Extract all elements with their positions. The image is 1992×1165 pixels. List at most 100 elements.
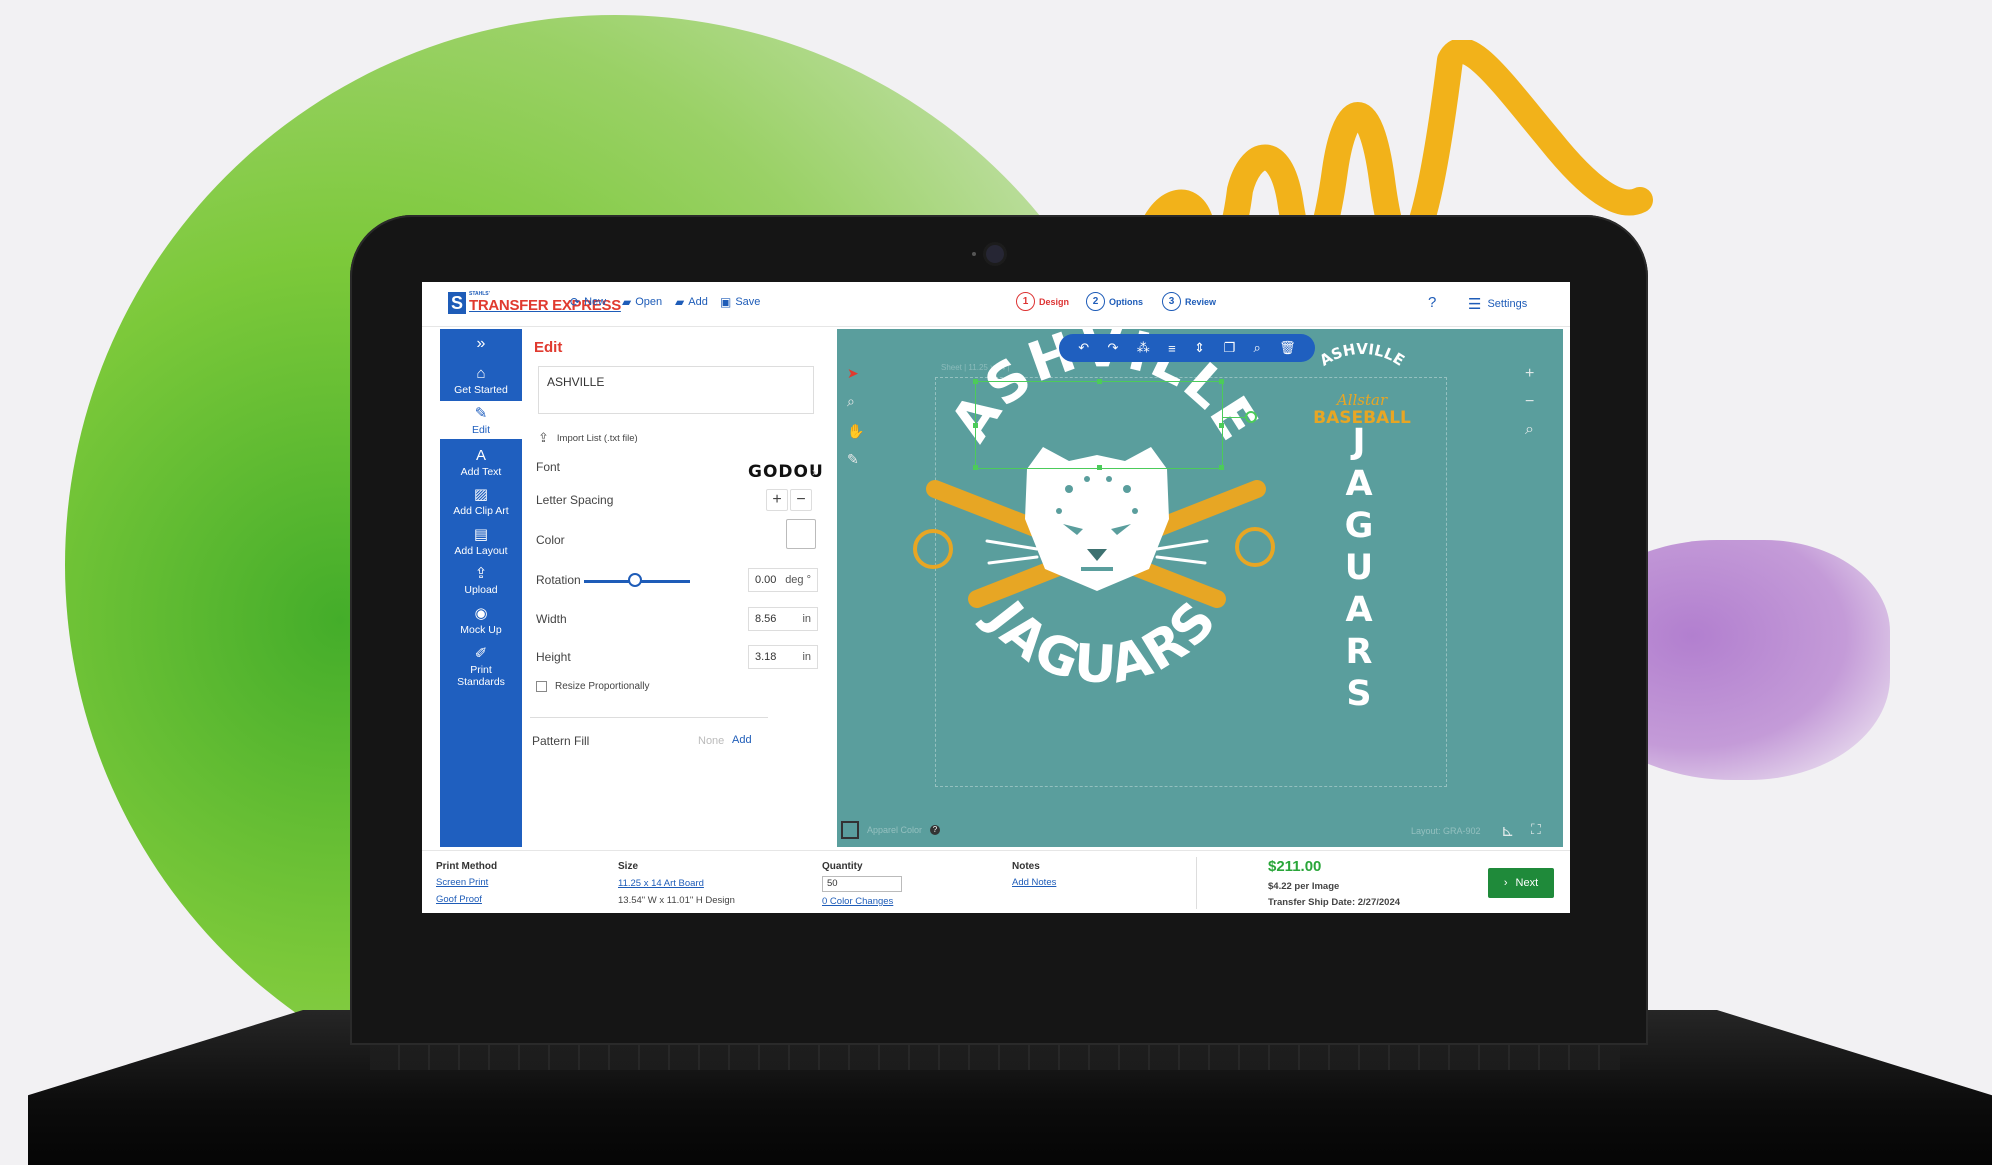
save-button[interactable]: ▣ Save: [720, 295, 760, 309]
measure-icon[interactable]: ✎: [847, 451, 859, 468]
step-label: Review: [1185, 296, 1217, 307]
side-vertical-text: JAGUARS: [1345, 422, 1374, 714]
width-input[interactable]: 8.56 in: [748, 607, 818, 631]
duplicate-icon[interactable]: ❐: [1223, 340, 1235, 356]
arrange-icon[interactable]: ⇕: [1194, 340, 1205, 356]
open-button[interactable]: ▰ Open: [622, 295, 662, 309]
height-input[interactable]: 3.18 in: [748, 645, 818, 669]
resize-handle[interactable]: [973, 465, 978, 470]
redo-icon[interactable]: ↷: [1107, 340, 1118, 356]
pointer-icon[interactable]: ➤: [847, 365, 859, 382]
collapse-chevrons-icon[interactable]: »: [440, 335, 522, 353]
new-button[interactable]: ⟳ New: [570, 295, 606, 309]
resize-handle[interactable]: [973, 379, 978, 384]
color-label: Color: [536, 533, 565, 547]
side-vertical-letter: J: [1350, 422, 1365, 462]
side-vertical-letter: G: [1345, 506, 1374, 546]
width-unit: in: [802, 613, 811, 625]
spacing-increase-button[interactable]: +: [766, 489, 788, 511]
apparel-color-control[interactable]: Apparel Color ?: [841, 821, 941, 839]
sidebar-item-get-started[interactable]: ⌂ Get Started: [440, 365, 522, 396]
align-center-icon[interactable]: ≡: [1168, 341, 1176, 356]
apparel-color-swatch[interactable]: [841, 821, 859, 839]
resize-handle[interactable]: [973, 423, 978, 428]
width-value: 8.56: [755, 613, 777, 625]
text-input[interactable]: ASHVILLE: [538, 366, 814, 414]
sidebar-item-add-layout[interactable]: ▤ Add Layout: [440, 526, 522, 557]
per-image-price: $4.22 per Image: [1268, 881, 1340, 892]
sidebar-item-print-standards[interactable]: ✐ Print Standards: [440, 645, 522, 688]
resize-handle[interactable]: [1097, 465, 1102, 470]
upload-icon: ⇪: [474, 565, 488, 582]
resize-handle[interactable]: [1097, 379, 1102, 384]
rotate-handle-line: [1223, 417, 1247, 418]
rotation-slider[interactable]: [584, 572, 690, 590]
resize-handle[interactable]: [1219, 465, 1224, 470]
trash-icon[interactable]: 🗑: [1279, 340, 1296, 356]
quantity-input[interactable]: 50: [822, 876, 902, 892]
ship-date: Transfer Ship Date: 2/27/2024: [1268, 897, 1401, 908]
sidebar-item-upload[interactable]: ⇪ Upload: [440, 565, 522, 596]
laptop-camera: [986, 245, 1004, 263]
sidebar-item-label: Upload: [464, 584, 498, 596]
sidebar-item-label: Mock Up: [460, 624, 502, 636]
zoom-tool-icon[interactable]: ⌕: [847, 393, 855, 410]
rotate-handle[interactable]: [1245, 411, 1257, 423]
step-options[interactable]: 2 Options: [1086, 292, 1143, 311]
step-number: 3: [1162, 292, 1181, 311]
panel-divider: [530, 717, 768, 718]
step-label: Options: [1109, 296, 1143, 307]
side-top-text: ASHVILLE: [1316, 340, 1407, 370]
spacing-decrease-button[interactable]: −: [790, 489, 812, 511]
resize-proportionally-option[interactable]: Resize Proportionally: [536, 681, 650, 692]
design-canvas[interactable]: Sheet | 11.25 x 14 | ASH LLE JAGUARS ASH…: [837, 329, 1563, 847]
zoom-fit-icon[interactable]: ⌕: [1525, 421, 1534, 439]
upload-icon: ⇪: [538, 430, 549, 445]
resize-handle[interactable]: [1219, 379, 1224, 384]
help-icon[interactable]: ?: [930, 825, 941, 835]
zoom-icon[interactable]: ⌕: [1254, 340, 1261, 356]
settings-button[interactable]: ☰ Settings: [1468, 295, 1527, 313]
resize-label: Resize Proportionally: [555, 681, 650, 692]
rotation-label: Rotation: [536, 573, 581, 587]
ruler-icon[interactable]: ⊾: [1501, 821, 1514, 841]
image-icon: ▨: [473, 486, 489, 503]
step-review[interactable]: 3 Review: [1162, 292, 1216, 311]
import-list-button[interactable]: ⇪ Import List (.txt file): [538, 430, 638, 446]
goof-proof-link[interactable]: Goof Proof: [436, 894, 482, 905]
layers-icon[interactable]: ⁂: [1137, 340, 1150, 356]
fullscreen-icon[interactable]: ⛶: [1531, 821, 1541, 838]
sidebar-item-edit[interactable]: ✎ Edit: [440, 401, 522, 439]
zoom-in-icon[interactable]: +: [1525, 365, 1534, 383]
side-vertical-letter: A: [1345, 590, 1372, 630]
pattern-fill-value: None: [698, 735, 725, 747]
help-button[interactable]: ?: [1428, 294, 1436, 311]
zoom-out-icon[interactable]: −: [1525, 393, 1534, 411]
panel-title: Edit: [534, 339, 563, 356]
step-design[interactable]: 1 Design: [1016, 292, 1069, 311]
screen-print-link[interactable]: Screen Print: [436, 877, 488, 888]
selection-box[interactable]: [973, 379, 1224, 470]
color-swatch[interactable]: [786, 519, 816, 549]
new-label: New: [584, 296, 607, 308]
hand-icon[interactable]: ✋: [847, 423, 864, 440]
slider-thumb[interactable]: [628, 573, 642, 587]
rotation-input[interactable]: 0.00 deg °: [748, 568, 818, 592]
sidebar-item-mock-up[interactable]: ◉ Mock Up: [440, 605, 522, 636]
add-notes-link[interactable]: Add Notes: [1012, 877, 1056, 888]
add-button[interactable]: ▰ Add: [675, 295, 708, 309]
resize-checkbox[interactable]: [536, 681, 547, 692]
sidebar-item-label: Edit: [471, 424, 491, 436]
art-board-size-link[interactable]: 11.25 x 14 Art Board: [618, 878, 704, 889]
sidebar-item-add-clip-art[interactable]: ▨ Add Clip Art: [440, 486, 522, 517]
rotation-value: 0.00: [755, 574, 777, 586]
next-button[interactable]: › Next: [1488, 868, 1554, 898]
apparel-color-label: Apparel Color: [867, 825, 923, 835]
sidebar-item-add-text[interactable]: A Add Text: [440, 447, 522, 478]
color-changes-link[interactable]: 0 Color Changes: [822, 896, 893, 907]
refresh-icon: ⟳: [570, 295, 581, 309]
resize-handle[interactable]: [1219, 423, 1224, 428]
open-label: Open: [635, 296, 663, 308]
pattern-add-link[interactable]: Add: [732, 734, 752, 746]
undo-icon[interactable]: ↶: [1078, 340, 1089, 356]
